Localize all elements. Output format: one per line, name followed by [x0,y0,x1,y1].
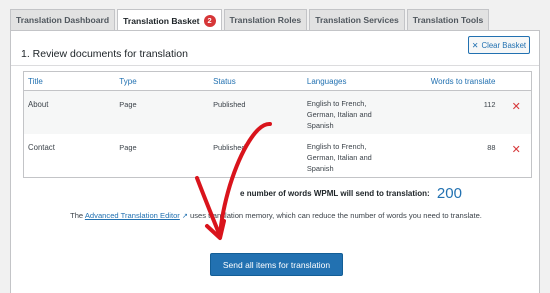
note-prefix: The [70,211,84,220]
tab-label: Translation Roles [229,15,302,25]
column-header-remove [501,71,532,91]
tab-translation-services[interactable]: Translation Services [309,9,405,30]
advanced-translation-editor-link[interactable]: Advanced Translation Editor [85,211,180,220]
cell-status: Published [209,90,303,134]
section-title: 1. Review documents for translation [21,48,188,60]
column-header-languages[interactable]: Languages [302,71,403,91]
count-badge: 2 [203,14,216,27]
tab-translation-tools[interactable]: Translation Tools [406,9,490,30]
cell-type: Page [119,142,137,152]
word-total: e number of words WPML will send to tran… [11,185,541,202]
language-line: Spanish [306,163,334,173]
word-total-value: 200 [436,185,462,202]
cell-languages: English to French, German, Italian and S… [302,90,403,134]
translation-memory-note: The Advanced Translation Editor ↗ uses t… [11,211,541,220]
tab-label: Translation Tools [412,15,484,25]
cell-remove: ✕ [501,134,531,178]
send-all-button[interactable]: Send all items for translation [210,253,343,276]
close-icon: ✕ [471,40,479,50]
tab-label: Translation Basket [123,15,200,26]
language-line: German, Italian and [306,110,372,119]
language-line: German, Italian and [306,152,372,162]
tab-translation-basket[interactable]: Translation Basket 2 [117,9,222,31]
cell-title: Contact [28,142,55,152]
column-header-words[interactable]: Words to translate [402,71,502,91]
language-line: Spanish [306,121,334,130]
tab-label: Translation Dashboard [16,15,110,25]
word-total-label: e number of words WPML will send to tran… [240,189,430,198]
column-header-status[interactable]: Status [209,71,303,91]
language-line: English to French, [306,99,367,108]
table-header-row: Title Type Status Languages Words to tra… [23,71,532,91]
column-header-type[interactable]: Type [115,71,210,91]
basket-panel: 1. Review documents for translation ✕ Cl… [10,30,540,293]
tab-label: Translation Services [315,15,399,25]
column-header-title[interactable]: Title [23,71,116,91]
tab-translation-roles[interactable]: Translation Roles [223,9,308,30]
cell-remove: ✕ [501,90,532,134]
language-line: English to French, [306,141,367,151]
remove-icon[interactable]: ✕ [505,100,527,113]
cell-languages: English to French, German, Italian and S… [303,134,403,178]
cell-status: Published [213,142,246,152]
cell-type: Page [115,90,210,134]
divider [11,65,539,66]
note-suffix: uses translation memory, which can reduc… [189,211,482,220]
cell-words: 88 [487,142,496,152]
documents-table: Title Type Status Languages Words to tra… [23,71,532,178]
external-link-icon: ↗ [181,213,188,220]
tab-bar: Translation Dashboard Translation Basket… [10,9,490,31]
remove-icon[interactable]: ✕ [505,143,527,156]
clear-basket-button[interactable]: ✕ Clear Basket [468,36,530,54]
cell-words: 112 [402,90,502,134]
table-row: About Page Published English to French, … [23,90,532,134]
cell-title: About [23,90,116,134]
clear-basket-label: Clear Basket [481,40,527,50]
table-row: Contact Page Published English to French… [24,134,532,178]
tab-translation-dashboard[interactable]: Translation Dashboard [10,9,116,30]
